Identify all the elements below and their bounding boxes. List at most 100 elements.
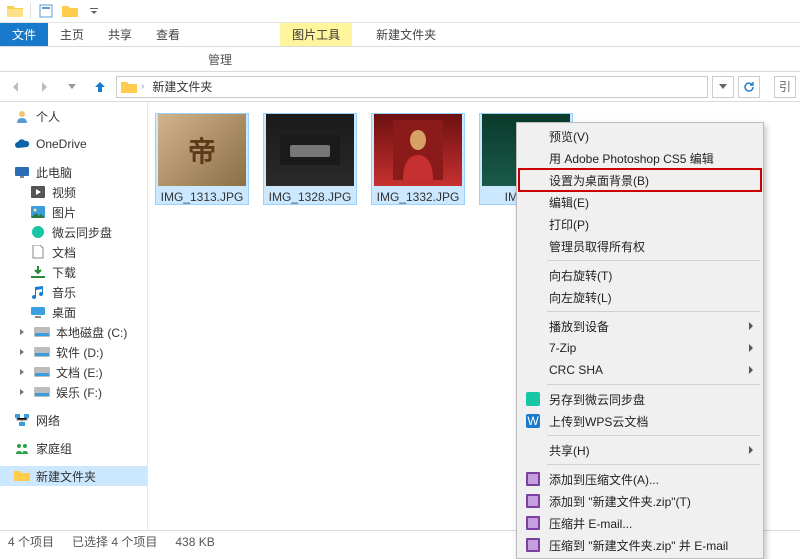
tree-desktop[interactable]: 桌面 <box>0 302 147 322</box>
tree-label: 音乐 <box>52 284 76 301</box>
forward-button[interactable] <box>32 75 56 99</box>
tree-homegroup[interactable]: 家庭组 <box>0 438 147 458</box>
file-name: IMG_1313.JPG <box>161 190 244 204</box>
picture-icon <box>30 204 46 220</box>
drive-icon <box>34 384 50 400</box>
subtab-manage[interactable]: 管理 <box>196 47 244 71</box>
ctx-upload-wps[interactable]: W上传到WPS云文档 <box>519 410 761 432</box>
up-button[interactable] <box>88 75 112 99</box>
tab-home[interactable]: 主页 <box>48 23 96 46</box>
ctx-cast-to-device[interactable]: 播放到设备 <box>519 315 761 337</box>
computer-icon <box>14 164 30 180</box>
ctx-7zip[interactable]: 7-Zip <box>519 337 761 359</box>
back-button[interactable] <box>4 75 28 99</box>
tree-label: 下载 <box>52 264 76 281</box>
ctx-edit[interactable]: 编辑(E) <box>519 191 761 213</box>
chevron-right-icon[interactable]: › <box>141 81 144 92</box>
user-icon <box>14 108 30 124</box>
recent-dropdown[interactable] <box>60 75 84 99</box>
tree-drive-c[interactable]: 本地磁盘 (C:) <box>0 322 147 342</box>
archive-icon <box>525 515 541 531</box>
weiyun-icon <box>525 391 541 407</box>
ctx-compress-email[interactable]: 压缩并 E-mail... <box>519 512 761 534</box>
tree-label: 家庭组 <box>36 440 72 457</box>
thumbnail <box>266 114 354 186</box>
ctx-add-archive[interactable]: 添加到压缩文件(A)... <box>519 468 761 490</box>
properties-icon[interactable] <box>35 1 57 21</box>
ctx-preview[interactable]: 预览(V) <box>519 125 761 147</box>
ctx-share[interactable]: 共享(H) <box>519 439 761 461</box>
tree-music[interactable]: 音乐 <box>0 282 147 302</box>
ctx-rotate-left[interactable]: 向左旋转(L) <box>519 286 761 308</box>
status-selection: 已选择 4 个项目 <box>72 533 157 550</box>
tree-label: 文档 (E:) <box>56 364 103 381</box>
qat-dropdown-icon[interactable] <box>83 1 105 21</box>
ctx-separator <box>547 311 760 312</box>
archive-icon <box>525 471 541 487</box>
file-item[interactable]: 帝 IMG_1313.JPG <box>156 114 248 204</box>
refresh-button[interactable] <box>738 76 760 98</box>
network-icon <box>14 412 30 428</box>
ctx-add-zip[interactable]: 添加到 "新建文件夹.zip"(T) <box>519 490 761 512</box>
file-item[interactable]: IMG_1332.JPG <box>372 114 464 204</box>
tree-pictures[interactable]: 图片 <box>0 202 147 222</box>
ctx-edit-photoshop[interactable]: 用 Adobe Photoshop CS5 编辑 <box>519 147 761 169</box>
tab-file[interactable]: 文件 <box>0 23 48 46</box>
tree-drive-e[interactable]: 文档 (E:) <box>0 362 147 382</box>
status-size: 438 KB <box>175 535 214 549</box>
addr-dropdown[interactable] <box>712 76 734 98</box>
new-folder-icon[interactable] <box>59 1 81 21</box>
tree-label: 网络 <box>36 412 60 429</box>
ctx-set-wallpaper[interactable]: 设置为桌面背景(B) <box>519 169 761 191</box>
title-bar <box>0 0 800 23</box>
ctx-rotate-right[interactable]: 向右旋转(T) <box>519 264 761 286</box>
tree-network[interactable]: 网络 <box>0 410 147 430</box>
tab-share[interactable]: 共享 <box>96 23 144 46</box>
tree-downloads[interactable]: 下载 <box>0 262 147 282</box>
file-name: IMG_1328.JPG <box>269 190 352 204</box>
tree-current-folder[interactable]: 新建文件夹 <box>0 466 147 486</box>
tree-drive-f[interactable]: 娱乐 (F:) <box>0 382 147 402</box>
cloud-icon <box>14 136 30 152</box>
homegroup-icon <box>14 440 30 456</box>
tree-this-pc[interactable]: 此电脑 <box>0 162 147 182</box>
tab-picture-tools[interactable]: 图片工具 <box>280 23 352 46</box>
music-icon <box>30 284 46 300</box>
breadcrumb-folder[interactable]: 新建文件夹 <box>148 78 216 95</box>
tree-videos[interactable]: 视频 <box>0 182 147 202</box>
search-divider <box>764 76 770 98</box>
weiyun-icon <box>30 224 46 240</box>
search-button[interactable]: 引 <box>774 76 796 98</box>
folder-app-icon[interactable] <box>4 1 26 21</box>
ctx-take-ownership[interactable]: 管理员取得所有权 <box>519 235 761 257</box>
tree-label: 软件 (D:) <box>56 344 103 361</box>
ribbon-subtabs: 管理 <box>0 47 800 72</box>
download-icon <box>30 264 46 280</box>
tree-personal[interactable]: 个人 <box>0 106 147 126</box>
file-item[interactable]: IMG_1328.JPG <box>264 114 356 204</box>
ctx-crc-sha[interactable]: CRC SHA <box>519 359 761 381</box>
tree-onedrive[interactable]: OneDrive <box>0 134 147 154</box>
tree-label: 文档 <box>52 244 76 261</box>
archive-icon <box>525 537 541 553</box>
tree-label: 娱乐 (F:) <box>56 384 102 401</box>
nav-bar: › 新建文件夹 引 <box>0 72 800 102</box>
tree-weiyun[interactable]: 微云同步盘 <box>0 222 147 242</box>
ctx-print[interactable]: 打印(P) <box>519 213 761 235</box>
ctx-separator <box>547 464 760 465</box>
tree-drive-d[interactable]: 软件 (D:) <box>0 342 147 362</box>
window-title: 新建文件夹 <box>364 23 448 46</box>
ctx-separator <box>547 260 760 261</box>
tab-view[interactable]: 查看 <box>144 23 192 46</box>
ctx-compress-zip-email[interactable]: 压缩到 "新建文件夹.zip" 并 E-mail <box>519 534 761 556</box>
tree-label: 图片 <box>52 204 76 221</box>
breadcrumb-root-icon <box>121 80 137 94</box>
tree-documents[interactable]: 文档 <box>0 242 147 262</box>
tree-label: 桌面 <box>52 304 76 321</box>
ctx-save-weiyun[interactable]: 另存到微云同步盘 <box>519 388 761 410</box>
video-icon <box>30 184 46 200</box>
document-icon <box>30 244 46 260</box>
address-bar[interactable]: › 新建文件夹 <box>116 76 708 98</box>
addr-actions: 引 <box>712 76 796 98</box>
tree-label: 此电脑 <box>36 164 72 181</box>
